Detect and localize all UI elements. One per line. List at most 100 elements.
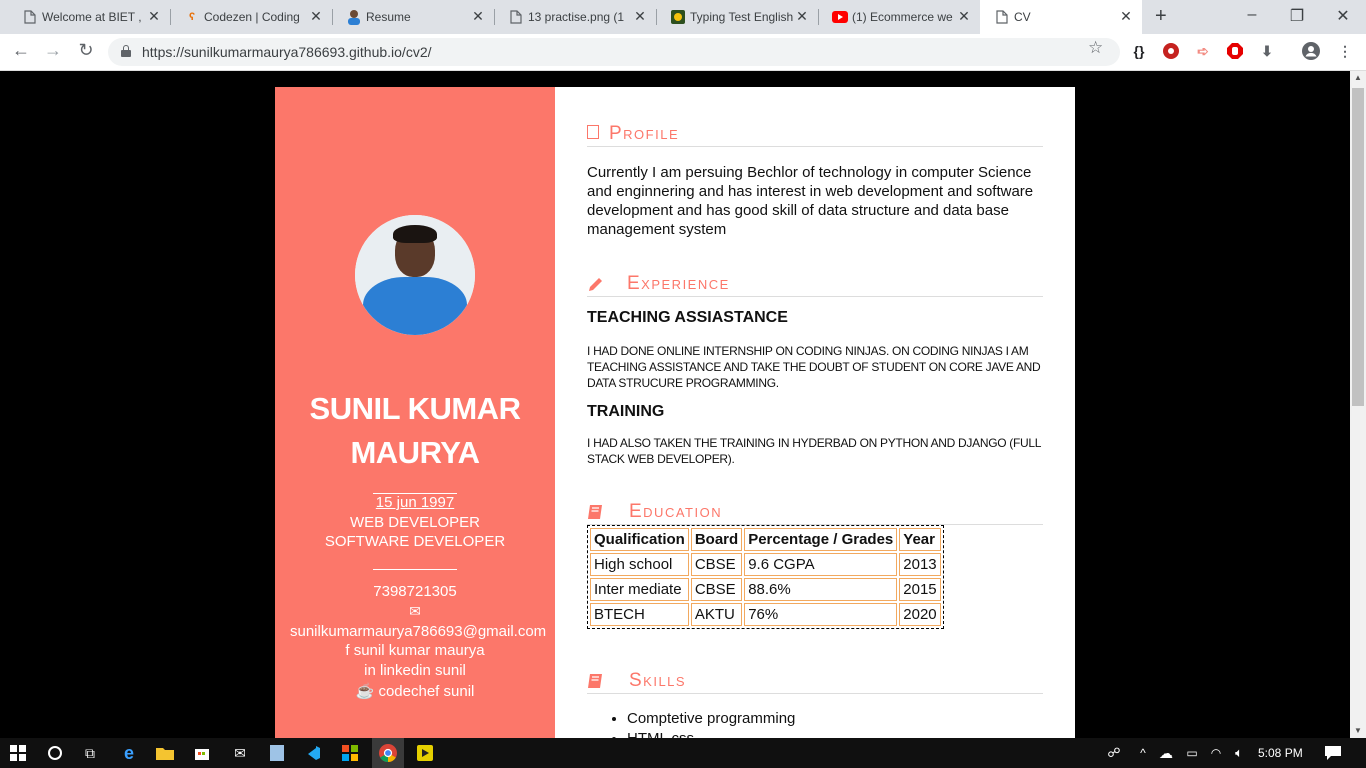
- notes-icon[interactable]: [262, 738, 292, 768]
- table-cell: 2013: [899, 553, 941, 576]
- cv-sidebar: SUNIL KUMAR MAURYA 15 jun 1997 WEB DEVEL…: [275, 87, 555, 738]
- column-header: Year: [899, 528, 941, 551]
- battery-icon[interactable]: ▭: [1181, 738, 1203, 768]
- close-icon[interactable]: ✕: [956, 8, 972, 25]
- new-tab-button[interactable]: +: [1155, 5, 1167, 28]
- json-viewer-icon[interactable]: {}: [1128, 40, 1150, 62]
- tab-typing-test[interactable]: Typing Test English ✕: [656, 0, 818, 34]
- media-player-icon[interactable]: [410, 738, 440, 768]
- user-icon: [587, 125, 607, 143]
- linkedin-link[interactable]: in linkedin sunil: [275, 662, 555, 679]
- tab-cv[interactable]: CV ✕: [980, 0, 1142, 34]
- job-description: I HAD ALSO TAKEN THE TRAINING IN HYDERBA…: [587, 436, 1041, 466]
- table-row: High school CBSE 9.6 CGPA 2013: [590, 553, 941, 576]
- table-cell: AKTU: [690, 603, 743, 626]
- skills-list: Comptetive programming HTML css: [627, 709, 795, 738]
- table-header-row: Qualification Board Percentage / Grades …: [590, 528, 941, 551]
- close-icon[interactable]: ✕: [308, 8, 324, 25]
- vscode-icon[interactable]: [298, 738, 328, 768]
- taskbar-clock[interactable]: 5:08 PM: [1258, 746, 1303, 760]
- store-icon[interactable]: [187, 738, 217, 768]
- lock-icon: [121, 45, 131, 57]
- back-arrow-icon[interactable]: ←: [10, 40, 32, 61]
- app-grid-icon[interactable]: [335, 738, 365, 768]
- job-title: TRAINING: [587, 403, 665, 420]
- table-row: BTECH AKTU 76% 2020: [590, 603, 941, 626]
- tab-ecommerce[interactable]: (1) Ecommerce we ✕: [818, 0, 980, 34]
- close-icon[interactable]: ✕: [470, 8, 486, 25]
- windows-taskbar: ⧉ e ✉ ☍ ^ ☁ ▭ ◠ 🔈︎ 5:08 PM: [0, 738, 1366, 768]
- skills-section-header: Skills: [587, 668, 1043, 694]
- url-text[interactable]: https://sunilkumarmaurya786693.github.io…: [142, 44, 432, 60]
- page-viewport: SUNIL KUMAR MAURYA 15 jun 1997 WEB DEVEL…: [0, 71, 1350, 738]
- section-title: Profile: [609, 123, 680, 144]
- facebook-label: sunil kumar maurya: [353, 642, 485, 659]
- linkedin-icon: in: [364, 662, 376, 679]
- reload-icon[interactable]: ↻: [75, 40, 97, 61]
- table-cell: 2020: [899, 603, 941, 626]
- tab-title: CV: [1014, 10, 1031, 24]
- extension-stop-icon[interactable]: [1224, 40, 1246, 62]
- table-cell: BTECH: [590, 603, 689, 626]
- wifi-icon[interactable]: ◠: [1206, 738, 1226, 768]
- close-icon[interactable]: ✕: [146, 8, 162, 25]
- menu-kebab-icon[interactable]: ⋮: [1334, 40, 1356, 62]
- chrome-icon[interactable]: [372, 738, 404, 768]
- bookmark-star-icon[interactable]: ☆: [1088, 38, 1103, 58]
- window-close-button[interactable]: ✕: [1333, 6, 1353, 26]
- extension-arrow-icon[interactable]: ➪: [1192, 40, 1214, 62]
- cv-page: SUNIL KUMAR MAURYA 15 jun 1997 WEB DEVEL…: [275, 87, 1075, 738]
- codechef-link[interactable]: ☕ codechef sunil: [275, 682, 555, 700]
- close-icon[interactable]: ✕: [632, 8, 648, 25]
- table-cell: 76%: [744, 603, 898, 626]
- extension-red-circle-icon[interactable]: [1160, 40, 1182, 62]
- job-description: I HAD DONE ONLINE INTERNSHIP ON CODING N…: [587, 344, 1041, 390]
- column-header: Board: [690, 528, 743, 551]
- column-header: Qualification: [590, 528, 689, 551]
- experience-section-header: Experience: [587, 271, 1043, 297]
- tab-codezen[interactable]: ʕ Codezen | Coding ✕: [170, 0, 332, 34]
- facebook-link[interactable]: f sunil kumar maurya: [275, 642, 555, 659]
- tab-strip: Welcome at BIET , ✕ ʕ Codezen | Coding ✕…: [0, 0, 1366, 34]
- onedrive-cloud-icon[interactable]: ☁: [1156, 738, 1176, 768]
- mail-icon[interactable]: ✉: [225, 738, 255, 768]
- scrollbar-thumb[interactable]: [1352, 88, 1364, 406]
- people-icon[interactable]: ☍: [1103, 738, 1125, 768]
- task-view-icon[interactable]: ⧉: [75, 738, 105, 768]
- education-section-header: Education: [587, 499, 1043, 525]
- maximize-button[interactable]: ❐: [1287, 6, 1307, 26]
- phone-number: 7398721305: [373, 583, 457, 600]
- section-title: Skills: [629, 670, 687, 691]
- tab-welcome-biet[interactable]: Welcome at BIET , ✕: [8, 0, 170, 34]
- chevron-up-icon[interactable]: ^: [1134, 738, 1152, 768]
- scroll-down-arrow-icon[interactable]: ▼: [1352, 726, 1364, 735]
- close-icon[interactable]: ✕: [1118, 8, 1134, 25]
- forward-arrow-icon[interactable]: →: [42, 40, 64, 61]
- volume-icon[interactable]: 🔈︎: [1228, 738, 1250, 768]
- profile-avatar-icon[interactable]: [1300, 40, 1322, 62]
- tab-title: Codezen | Coding: [204, 10, 300, 24]
- job-title: TEACHING ASSIASTANCE: [587, 309, 788, 326]
- tab-practise-png[interactable]: 13 practise.png (1 ✕: [494, 0, 656, 34]
- minimize-button[interactable]: –: [1242, 6, 1262, 24]
- notification-center-icon[interactable]: [1318, 738, 1348, 768]
- scroll-up-arrow-icon[interactable]: ▲: [1352, 73, 1364, 82]
- codechef-icon: ☕: [355, 683, 375, 700]
- table-cell: Inter mediate: [590, 578, 689, 601]
- download-icon[interactable]: ⬇: [1256, 40, 1278, 62]
- windows-start-icon[interactable]: [0, 738, 36, 768]
- edge-browser-icon[interactable]: e: [114, 738, 144, 768]
- role-web: WEB DEVELOPER: [349, 514, 481, 531]
- education-table: Qualification Board Percentage / Grades …: [587, 525, 944, 629]
- tab-resume[interactable]: Resume ✕: [332, 0, 494, 34]
- file-explorer-icon[interactable]: [150, 738, 180, 768]
- table-cell: 2015: [899, 578, 941, 601]
- table-cell: CBSE: [690, 578, 743, 601]
- table-cell: 9.6 CGPA: [744, 553, 898, 576]
- address-bar[interactable]: https://sunilkumarmaurya786693.github.io…: [108, 38, 1120, 66]
- email-address[interactable]: sunilkumarmaurya786693@gmail.com: [290, 623, 555, 640]
- pencil-icon: [587, 275, 607, 293]
- search-circle-icon[interactable]: [40, 738, 70, 768]
- close-icon[interactable]: ✕: [794, 8, 810, 25]
- doc-icon: [994, 9, 1010, 25]
